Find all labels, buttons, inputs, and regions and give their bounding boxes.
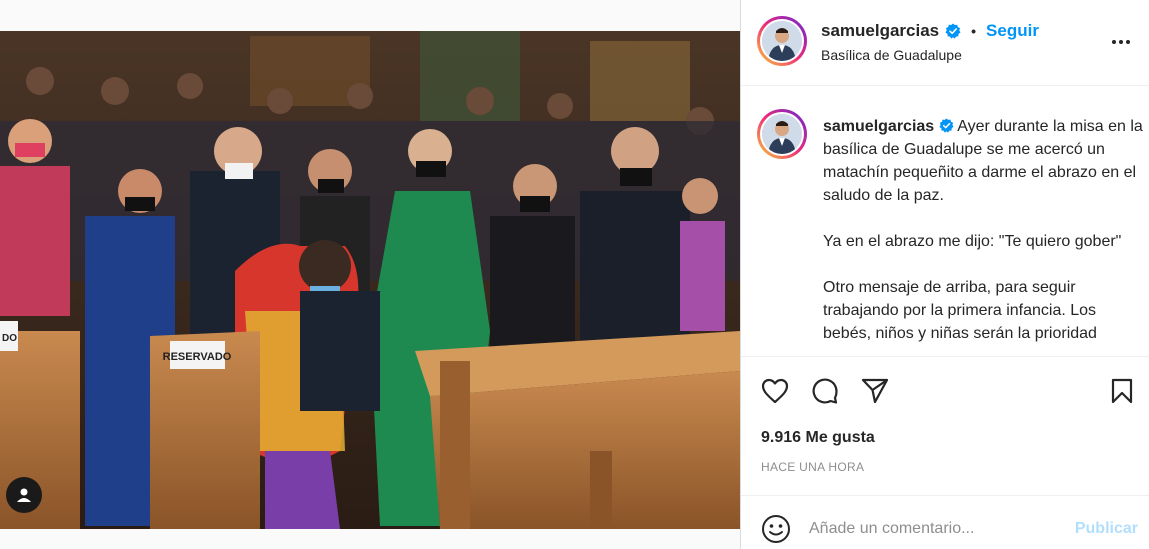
caption-username[interactable]: samuelgarcias (823, 118, 934, 135)
share-button[interactable] (859, 375, 891, 407)
header-username[interactable]: samuelgarcias (821, 21, 939, 41)
comment-icon (812, 378, 838, 404)
bookmark-icon (1111, 378, 1133, 404)
photo-sign-reservado: RESERVADO (163, 351, 232, 363)
caption-paragraph-1: samuelgarcias Ayer durante la misa en la… (823, 115, 1143, 207)
save-button[interactable] (1106, 375, 1138, 407)
caption-text: samuelgarcias Ayer durante la misa en la… (823, 115, 1143, 355)
more-options-button[interactable] (1109, 30, 1133, 54)
post-header: samuelgarcias • Seguir Basílica de Guada… (741, 0, 1149, 86)
caption-avatar-photo (762, 114, 802, 154)
verified-icon (945, 23, 961, 39)
emoji-icon (762, 515, 790, 543)
post-photo-illustration: RESERVADO DO (0, 31, 740, 529)
post-timestamp[interactable]: HACE UNA HORA (761, 460, 864, 474)
emoji-button[interactable] (761, 514, 791, 544)
post-sidebar: samuelgarcias • Seguir Basílica de Guada… (740, 0, 1149, 549)
caption-paragraph-2: Ya en el abrazo me dijo: "Te quiero gobe… (823, 233, 1122, 250)
avatar-photo (762, 21, 802, 61)
verified-icon (939, 118, 954, 133)
user-tag-button[interactable] (6, 477, 42, 513)
separator-dot: • (971, 23, 977, 39)
header-user-row: samuelgarcias • Seguir (821, 21, 1039, 41)
photo-sign-edge: DO (2, 333, 17, 344)
caption-paragraph-3: Otro mensaje de arriba, para seguir trab… (823, 279, 1097, 342)
follow-button[interactable]: Seguir (986, 21, 1039, 41)
comment-bar: Publicar (741, 495, 1149, 549)
heart-icon (761, 378, 789, 404)
avatar[interactable] (757, 16, 807, 66)
post-photo[interactable]: RESERVADO DO (0, 31, 740, 529)
more-icon (1112, 40, 1130, 44)
publish-button[interactable]: Publicar (1075, 520, 1138, 538)
like-button[interactable] (759, 375, 791, 407)
comment-button[interactable] (809, 375, 841, 407)
comment-input[interactable] (809, 514, 1059, 544)
user-tag-icon (17, 488, 31, 502)
likes-count[interactable]: 9.916 Me gusta (761, 429, 875, 447)
share-icon (861, 378, 889, 404)
caption-avatar[interactable] (757, 109, 807, 159)
location-link[interactable]: Basílica de Guadalupe (821, 47, 962, 63)
caption-area: samuelgarcias Ayer durante la misa en la… (741, 87, 1149, 355)
